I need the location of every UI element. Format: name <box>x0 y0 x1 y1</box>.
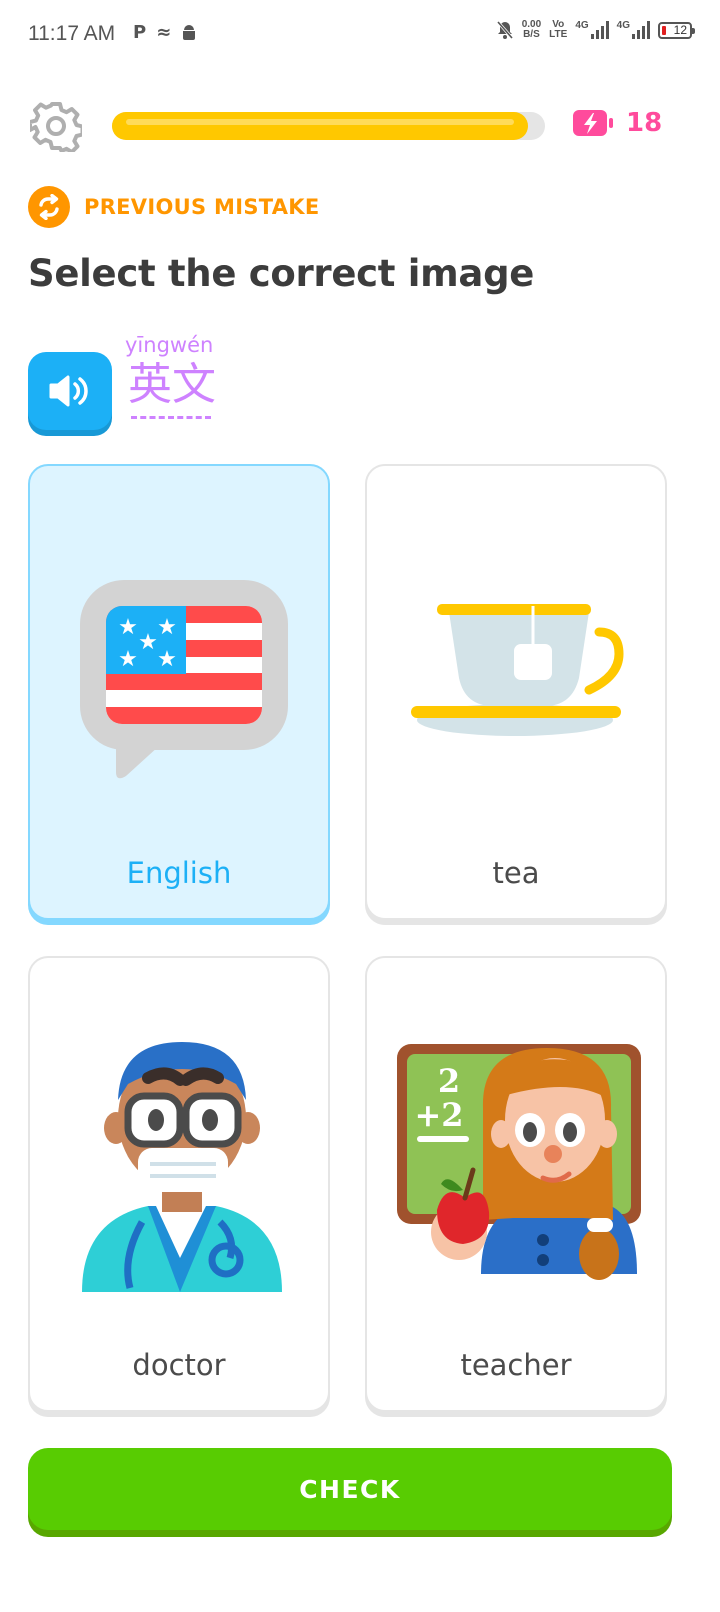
volte-indicator: Vo LTE <box>549 19 568 40</box>
choice-label: English <box>126 856 232 890</box>
hanzi-underline <box>131 416 211 419</box>
choice-label: doctor <box>132 1348 226 1382</box>
hanzi-word[interactable]: 英文 <box>128 360 216 410</box>
svg-text:★: ★ <box>157 647 177 672</box>
svg-text:2: 2 <box>438 1062 460 1100</box>
signal-bars-icon <box>590 21 609 39</box>
previous-mistake-label: PREVIOUS MISTAKE <box>84 195 320 219</box>
capcut-icon: ≈ <box>156 22 172 43</box>
mute-bell-icon <box>496 21 513 39</box>
choice-card-teacher[interactable]: 2 +2 teacher <box>365 956 667 1412</box>
teacher-icon: 2 +2 <box>397 1044 641 1280</box>
p-app-icon: P <box>133 22 147 43</box>
energy-count: 18 <box>626 108 663 138</box>
net-speed: 0.00 B/S <box>521 19 542 40</box>
choice-card-english[interactable]: ★ ★ ★ ★ ★ English <box>28 464 330 920</box>
check-button[interactable]: CHECK <box>28 1448 672 1530</box>
choice-card-tea[interactable]: tea <box>365 464 667 920</box>
progress-fill <box>112 112 528 140</box>
choice-label: tea <box>492 856 540 890</box>
energy-counter[interactable]: 18 <box>572 108 662 138</box>
choice-label: teacher <box>460 1348 572 1382</box>
lesson-progress-bar <box>112 112 545 140</box>
play-audio-button[interactable] <box>28 352 112 430</box>
svg-text:★: ★ <box>118 647 138 672</box>
battery-energy-icon <box>573 110 613 136</box>
progress-shine <box>126 119 514 125</box>
sim2-signal: 4G <box>617 21 650 39</box>
svg-text:★: ★ <box>118 615 138 640</box>
page-title: Select the correct image <box>28 252 535 295</box>
svg-text:+2: +2 <box>414 1096 463 1134</box>
choice-card-doctor[interactable]: doctor <box>28 956 330 1412</box>
speaker-icon <box>49 375 88 407</box>
status-bar: 11:17 AM P ≈ 0.00 B/S Vo LTE 4G 4G 12 <box>0 0 720 72</box>
signal-bars-icon <box>632 21 650 39</box>
notification-icons: P ≈ <box>133 22 197 43</box>
settings-gear-icon[interactable] <box>30 100 82 152</box>
svg-text:★: ★ <box>157 615 177 640</box>
battery-icon: 12 <box>658 21 695 39</box>
svg-text:★: ★ <box>138 630 158 655</box>
status-time: 11:17 AM <box>28 22 116 45</box>
previous-mistake-banner: PREVIOUS MISTAKE <box>28 186 320 228</box>
us-flag-speech-bubble-icon: ★ ★ ★ ★ ★ <box>80 580 288 779</box>
teacup-icon <box>411 604 624 736</box>
status-right-icons: 0.00 B/S Vo LTE 4G 4G 12 <box>496 19 695 40</box>
pinyin-text: yīngwén <box>125 333 214 357</box>
repeat-icon <box>28 186 70 228</box>
doctor-icon <box>82 1042 282 1292</box>
android-icon <box>183 24 196 40</box>
sim1-signal: 4G <box>575 21 609 39</box>
